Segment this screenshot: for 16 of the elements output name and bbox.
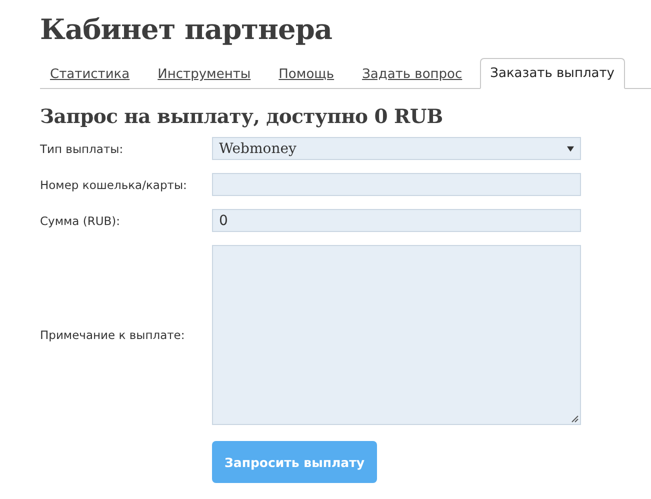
page-title: Кабинет партнера bbox=[40, 12, 334, 48]
dropdown-arrow-icon[interactable] bbox=[567, 146, 574, 152]
tab[interactable]: Статистика bbox=[40, 67, 142, 88]
tab[interactable]: Задать вопрос bbox=[352, 67, 474, 88]
input-field[interactable] bbox=[212, 173, 581, 196]
payment-type-select[interactable]: Webmoney bbox=[212, 137, 581, 160]
tab[interactable]: Помощь bbox=[268, 67, 346, 88]
form-heading: Запрос на выплату, доступно 0 RUB bbox=[40, 105, 444, 128]
resize-grip-icon[interactable] bbox=[570, 414, 579, 423]
field-label: Сумма (RUB): bbox=[40, 214, 122, 228]
field-label: Тип выплаты: bbox=[40, 142, 124, 156]
tab[interactable]: Инструменты bbox=[148, 67, 263, 88]
field-label: Номер кошелька/карты: bbox=[40, 178, 188, 192]
input-field[interactable]: 0 bbox=[212, 209, 581, 232]
tab[interactable]: Заказать выплату bbox=[480, 58, 624, 89]
field-label: Примечание к выплате: bbox=[40, 328, 186, 342]
